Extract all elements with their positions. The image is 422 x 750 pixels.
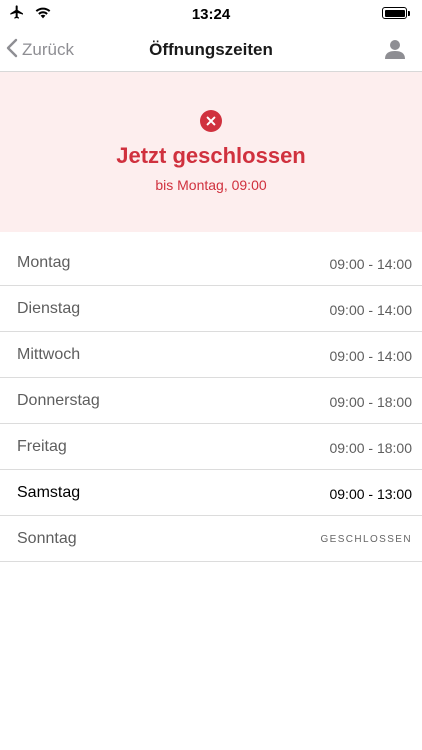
hours-value: 09:00 - 14:00: [329, 302, 412, 318]
day-label: Freitag: [17, 438, 67, 455]
status-bar: 13:24: [0, 0, 422, 28]
close-circle-icon: [200, 110, 222, 132]
day-label: Montag: [17, 254, 71, 271]
day-label: Samstag: [17, 484, 81, 501]
hours-row-mittwoch: Mittwoch 09:00 - 14:00: [0, 332, 422, 378]
opening-hours-list: Montag 09:00 - 14:00 Dienstag 09:00 - 14…: [0, 240, 422, 562]
day-label: Donnerstag: [17, 392, 100, 409]
status-banner: Jetzt geschlossen bis Montag, 09:00: [0, 72, 422, 232]
profile-button[interactable]: [384, 38, 406, 60]
status-time: 13:24: [191, 6, 231, 23]
status-subtitle: bis Montag, 09:00: [155, 177, 267, 193]
hours-value: 09:00 - 13:00: [329, 486, 412, 502]
hours-row-donnerstag: Donnerstag 09:00 - 18:00: [0, 378, 422, 424]
hours-row-samstag: Samstag 09:00 - 13:00: [0, 470, 422, 516]
hours-value: 09:00 - 18:00: [329, 440, 412, 456]
hours-value: 09:00 - 14:00: [329, 348, 412, 364]
closed-label: GESCHLOSSEN: [320, 534, 412, 545]
hours-row-sonntag: Sonntag GESCHLOSSEN: [0, 516, 422, 562]
battery-icon: [382, 7, 412, 21]
hours-value: 09:00 - 18:00: [329, 394, 412, 410]
hours-value: 09:00 - 14:00: [329, 256, 412, 272]
navigation-bar: Zurück Öffnungszeiten: [0, 28, 422, 72]
status-title: Jetzt geschlossen: [116, 143, 306, 168]
day-label: Sonntag: [17, 530, 77, 547]
hours-row-montag: Montag 09:00 - 14:00: [0, 240, 422, 286]
day-label: Dienstag: [17, 300, 81, 317]
day-label: Mittwoch: [17, 346, 81, 363]
page-title: Öffnungszeiten: [149, 40, 273, 59]
hours-row-freitag: Freitag 09:00 - 18:00: [0, 424, 422, 470]
hours-row-dienstag: Dienstag 09:00 - 14:00: [0, 286, 422, 332]
user-icon: [384, 40, 406, 64]
